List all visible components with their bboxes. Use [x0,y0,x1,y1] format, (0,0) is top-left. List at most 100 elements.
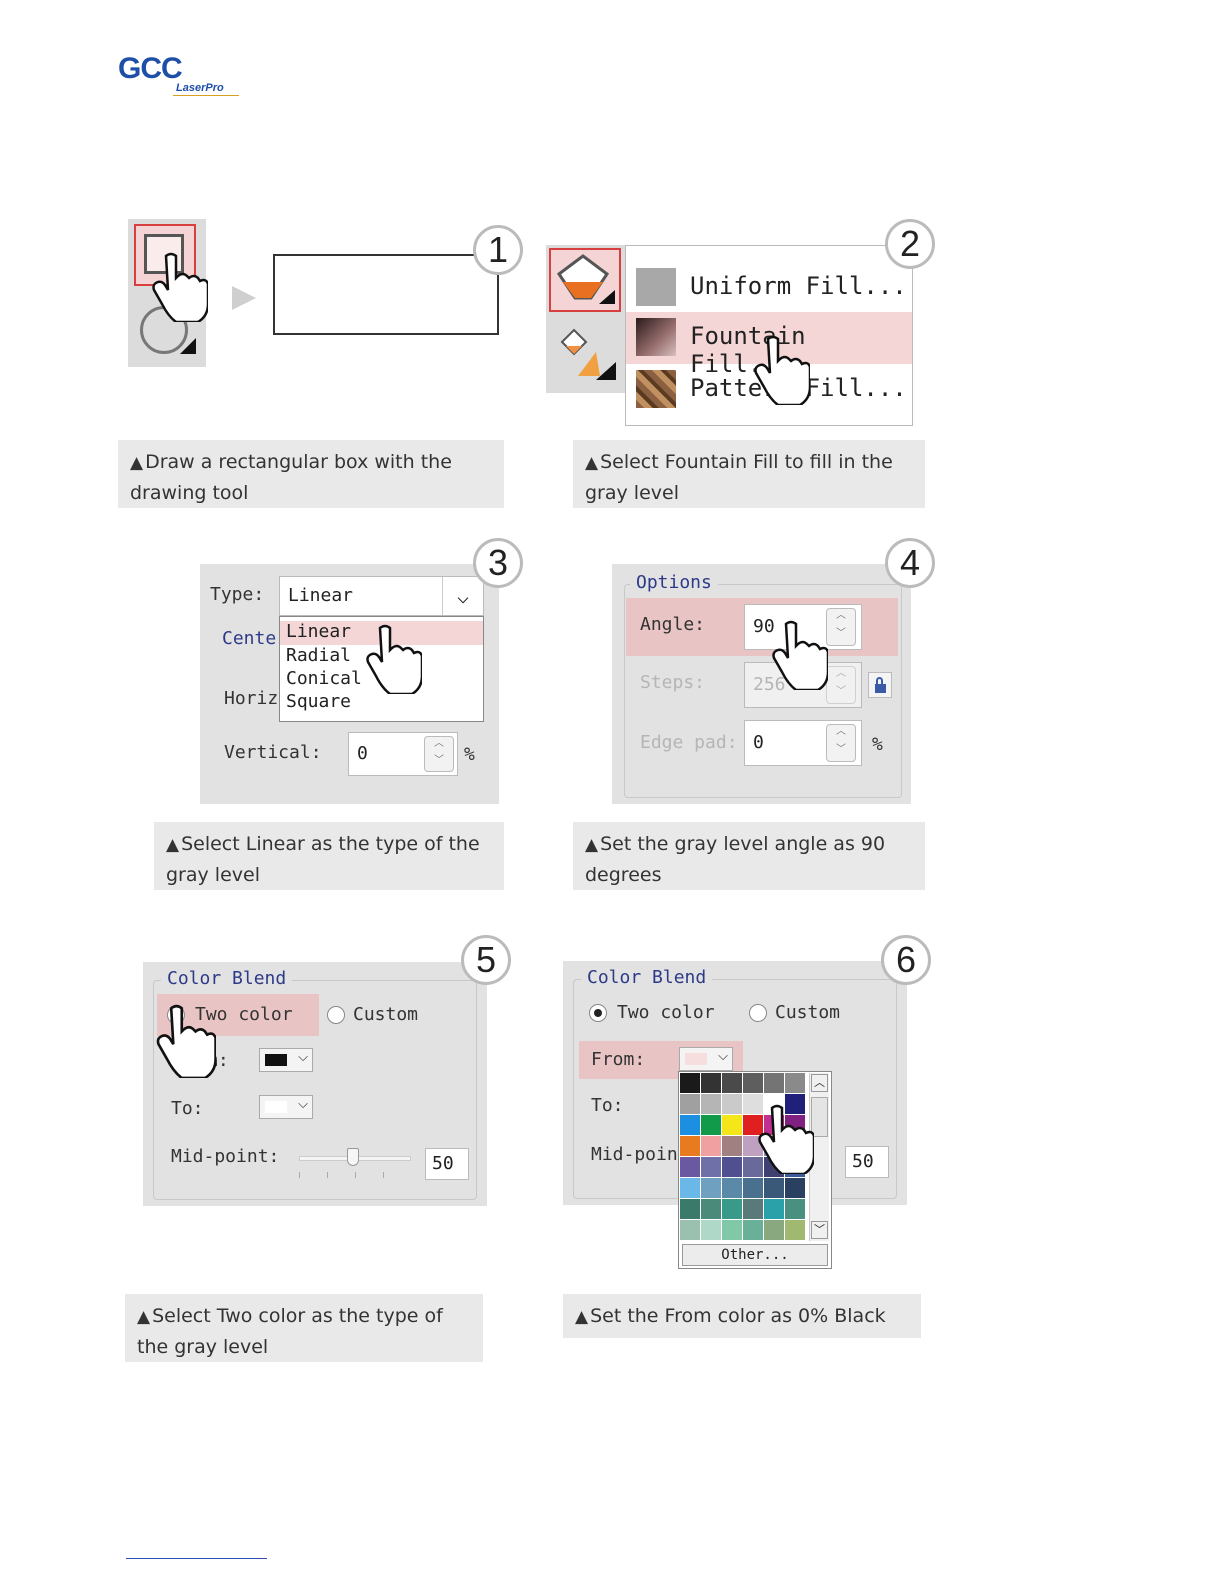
from-color-picker[interactable]: ⌵ [259,1048,313,1072]
other-color-button[interactable]: Other... [682,1244,828,1266]
midpoint-slider[interactable] [299,1148,411,1182]
caption-text: Select Two color as the type of the gray… [137,1305,443,1358]
chevron-down-icon: ⌵ [298,1097,308,1112]
custom-radio[interactable] [749,1004,767,1022]
caption-step-3: ▲ Select Linear as the type of the gray l… [154,822,504,890]
color-blend-panel-two-color: Color Blend Two color Custom m: ⌵ To: ⌵ … [143,962,487,1206]
angle-spinner[interactable]: ︿ ﹀ [826,608,856,646]
color-swatch[interactable] [680,1115,700,1135]
color-swatch[interactable] [764,1220,784,1240]
percent-unit: % [464,744,475,765]
color-swatch[interactable] [743,1073,763,1093]
color-swatch[interactable] [743,1199,763,1219]
color-swatch[interactable] [764,1178,784,1198]
footer-rule [126,1558,267,1559]
color-swatch[interactable] [785,1199,805,1219]
type-option-conical[interactable]: Conical [286,668,362,689]
color-blend-title: Color Blend [161,968,293,989]
color-swatch[interactable] [764,1073,784,1093]
to-label: To: [171,1098,204,1119]
color-blend-title: Color Blend [581,967,713,988]
color-swatch[interactable] [722,1199,742,1219]
chevron-down-icon: ⌵ [718,1049,728,1064]
to-label: To: [591,1095,624,1116]
type-option-square[interactable]: Square [286,691,351,712]
caption-step-6: ▲ Set the From color as 0% Black [563,1294,921,1338]
color-swatch[interactable] [680,1178,700,1198]
color-swatch[interactable] [701,1199,721,1219]
gcc-logo: GCC LaserPro [118,52,243,102]
caption-marker: ▲ [575,1307,589,1327]
hand-cursor-icon [156,1004,216,1078]
color-swatch[interactable] [680,1157,700,1177]
color-swatch[interactable] [680,1094,700,1114]
color-swatch[interactable] [722,1115,742,1135]
midpoint-label: Mid-point: [171,1146,280,1167]
uniform-fill-swatch-icon [636,268,676,306]
from-color-picker[interactable]: ⌵ [679,1047,733,1071]
caption-text: Draw a rectangular box with the drawing … [130,451,452,504]
options-panel: Options Angle: 90 ︿ ﹀ Steps: 256 ︿ ﹀ Edge … [612,564,911,804]
midpoint-value: 50 [432,1153,454,1174]
color-swatch[interactable] [785,1073,805,1093]
color-swatch[interactable] [680,1220,700,1240]
fill-tool-button[interactable] [549,248,621,312]
pattern-fill-swatch-icon [636,370,676,408]
color-swatch[interactable] [680,1136,700,1156]
from-color-swatch [265,1054,287,1066]
hand-cursor-icon [758,1104,814,1174]
custom-radio[interactable] [327,1006,345,1024]
caption-step-1: ▲ Draw a rectangular box with the drawing… [118,440,504,508]
color-swatch[interactable] [701,1073,721,1093]
menu-item-uniform-fill[interactable]: Uniform Fill... [626,260,912,312]
type-select[interactable]: Linear ⌵ [279,576,484,616]
caption-text: Set the gray level angle as 90 degrees [585,833,886,886]
slider-thumb[interactable] [347,1148,359,1166]
custom-label: Custom [775,1002,841,1023]
color-swatch[interactable] [764,1199,784,1219]
two-color-radio[interactable] [589,1004,607,1022]
custom-label: Custom [353,1004,419,1025]
edge-pad-spinner[interactable]: ︿ ﹀ [826,724,856,762]
step-number-6: 6 [881,935,931,985]
color-swatch[interactable] [722,1220,742,1240]
color-swatch[interactable] [722,1136,742,1156]
step-number-5: 5 [461,935,511,985]
color-swatch[interactable] [722,1178,742,1198]
vertical-spinner[interactable]: ︿ ﹀ [424,736,454,772]
steps-spinner[interactable]: ︿ ﹀ [826,666,856,704]
color-swatch[interactable] [785,1220,805,1240]
caption-text: Select Linear as the type of the gray le… [166,833,480,886]
type-option-radial[interactable]: Radial [286,645,351,666]
color-swatch[interactable] [680,1199,700,1219]
color-swatch[interactable] [701,1220,721,1240]
color-swatch[interactable] [701,1115,721,1135]
scroll-up-icon[interactable]: ︿ [811,1074,828,1092]
color-swatch[interactable] [785,1178,805,1198]
hand-cursor-icon [772,620,828,690]
caption-marker: ▲ [137,1307,151,1327]
color-swatch[interactable] [722,1094,742,1114]
percent-unit: % [872,734,883,755]
type-label: Type: [210,584,265,605]
color-swatch[interactable] [701,1157,721,1177]
midpoint-input[interactable]: 50 [845,1146,889,1178]
color-swatch[interactable] [680,1073,700,1093]
to-color-picker[interactable]: ⌵ [259,1095,313,1119]
color-swatch[interactable] [722,1073,742,1093]
scroll-down-icon[interactable]: ﹀ [811,1221,828,1239]
color-swatch[interactable] [722,1157,742,1177]
midpoint-input[interactable]: 50 [425,1148,469,1180]
vertical-label: Vertical: [224,742,322,763]
caption-step-4: ▲ Set the gray level angle as 90 degrees [573,822,925,890]
color-swatch[interactable] [701,1094,721,1114]
color-swatch[interactable] [743,1178,763,1198]
fountain-fill-swatch-icon [636,318,676,356]
color-swatch[interactable] [701,1178,721,1198]
color-swatch[interactable] [743,1220,763,1240]
lock-icon[interactable] [868,672,892,698]
hand-cursor-icon [152,252,208,322]
color-swatch[interactable] [701,1136,721,1156]
interactive-fill-icon [560,328,616,380]
to-color-swatch [265,1101,287,1113]
